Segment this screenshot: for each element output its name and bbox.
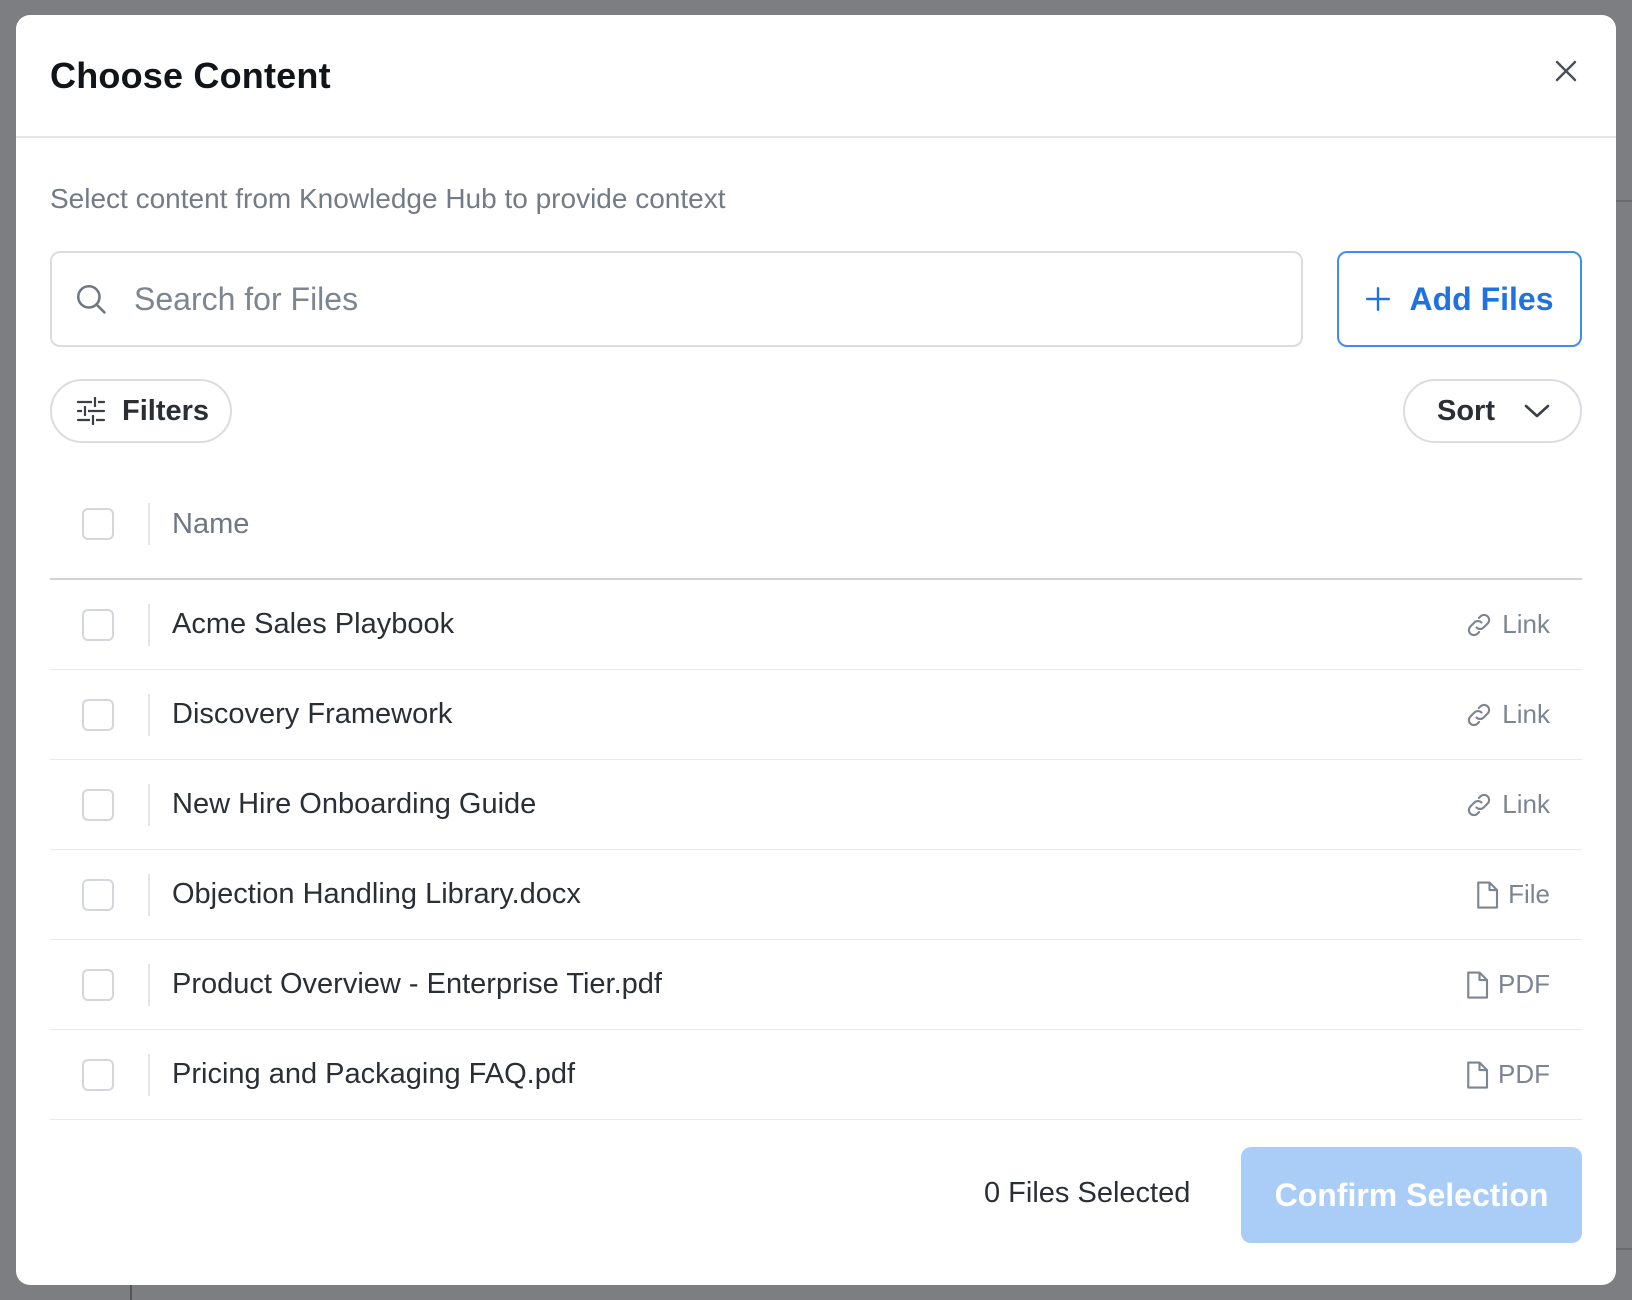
- link-icon: [1468, 613, 1491, 636]
- modal-title: Choose Content: [50, 55, 331, 96]
- column-divider: [148, 693, 150, 736]
- file-name: Discovery Framework: [172, 698, 453, 730]
- choose-content-modal: Choose Content Select content from Knowl…: [16, 15, 1616, 1285]
- search-box[interactable]: [50, 251, 1303, 347]
- file-type: Link: [1464, 789, 1550, 820]
- chevron-down-icon: [1524, 404, 1550, 418]
- table-body: Acme Sales Playbook Link Discovery Framewo…: [50, 580, 1582, 1120]
- table-row[interactable]: Product Overview - Enterprise Tier.pdf PD…: [50, 940, 1582, 1030]
- file-name: Product Overview - Enterprise Tier.pdf: [172, 968, 662, 1000]
- file-name: Pricing and Packaging FAQ.pdf: [172, 1058, 576, 1090]
- file-type-label: PDF: [1498, 1059, 1550, 1089]
- table-row[interactable]: Discovery Framework Link: [50, 670, 1582, 760]
- column-header-name[interactable]: Name: [172, 508, 249, 541]
- sliders-icon: [76, 397, 106, 425]
- column-divider: [148, 963, 150, 1006]
- file-name: New Hire Onboarding Guide: [172, 788, 537, 820]
- file-type-label: Link: [1502, 609, 1550, 639]
- table-row[interactable]: New Hire Onboarding Guide Link: [50, 760, 1582, 850]
- file-icon: [1467, 1060, 1489, 1089]
- select-all-checkbox[interactable]: [82, 508, 114, 540]
- column-divider: [148, 873, 150, 916]
- modal-subtitle: Select content from Knowledge Hub to pro…: [50, 183, 726, 214]
- sort-dropdown[interactable]: Sort: [1403, 379, 1582, 443]
- file-type-label: PDF: [1498, 969, 1550, 999]
- file-type-label: Link: [1502, 699, 1550, 729]
- row-checkbox[interactable]: [82, 968, 114, 1001]
- link-icon: [1468, 703, 1491, 726]
- column-divider: [148, 603, 150, 646]
- filters-label: Filters: [122, 394, 210, 427]
- file-type: File: [1474, 879, 1550, 910]
- row-checkbox[interactable]: [82, 1058, 114, 1091]
- search-icon: [76, 284, 106, 314]
- close-icon: [1555, 60, 1577, 82]
- file-name: Acme Sales Playbook: [172, 608, 455, 640]
- table-header: Name: [50, 470, 1582, 580]
- modal-header: Choose Content: [16, 15, 1616, 138]
- row-checkbox[interactable]: [82, 788, 114, 821]
- row-checkbox[interactable]: [82, 698, 114, 731]
- file-name: Objection Handling Library.docx: [172, 878, 581, 910]
- content-table: Name Acme Sales Playbook Link Discovery Fr…: [50, 470, 1582, 1120]
- file-type-label: File: [1508, 879, 1550, 909]
- file-type-label: Link: [1502, 789, 1550, 819]
- table-row[interactable]: Pricing and Packaging FAQ.pdf PDF: [50, 1030, 1582, 1120]
- column-divider: [148, 1053, 150, 1096]
- files-selected-count: 0 Files Selected: [984, 1177, 1191, 1209]
- filters-button[interactable]: Filters: [50, 379, 232, 443]
- file-type: PDF: [1464, 1059, 1550, 1090]
- add-files-button[interactable]: Add Files: [1337, 251, 1582, 347]
- row-checkbox[interactable]: [82, 608, 114, 641]
- confirm-selection-button[interactable]: Confirm Selection: [1241, 1147, 1582, 1243]
- column-divider: [148, 783, 150, 826]
- add-files-label: Add Files: [1409, 280, 1554, 317]
- file-type: PDF: [1464, 969, 1550, 1000]
- plus-icon: [1366, 286, 1391, 312]
- table-row[interactable]: Objection Handling Library.docx File: [50, 850, 1582, 940]
- sort-label: Sort: [1437, 394, 1495, 427]
- link-icon: [1468, 793, 1491, 816]
- table-row[interactable]: Acme Sales Playbook Link: [50, 580, 1582, 670]
- file-icon: [1477, 880, 1499, 909]
- file-type: Link: [1464, 699, 1550, 730]
- search-input[interactable]: [134, 280, 1234, 318]
- file-type: Link: [1464, 609, 1550, 640]
- file-icon: [1467, 970, 1489, 999]
- close-button[interactable]: [1546, 51, 1586, 91]
- column-divider: [148, 503, 150, 545]
- row-checkbox[interactable]: [82, 878, 114, 911]
